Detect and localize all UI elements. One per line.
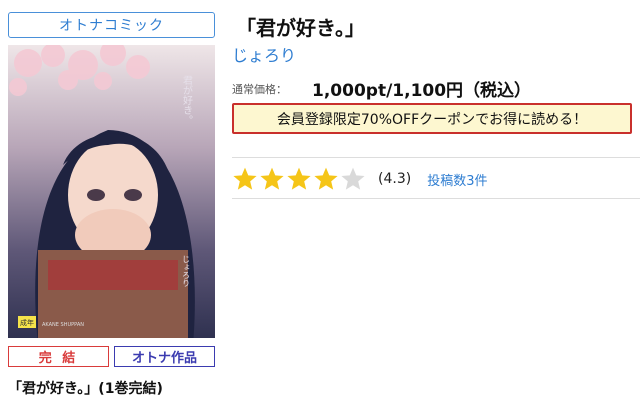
coupon-banner[interactable]: 会員登録限定70%OFFクーポンでお得に読める！ xyxy=(232,103,632,134)
rating-row: (4.3) 投稿数3件 xyxy=(232,166,487,192)
price-row: 通常価格： 1,000pt/1,100円（税込） xyxy=(232,76,531,101)
cover-fineprint: AKANE SHUPPAN xyxy=(42,322,84,328)
review-count-link[interactable]: 投稿数3件 xyxy=(427,170,487,189)
adult-badge: オトナ作品 xyxy=(114,346,215,367)
volume-title[interactable]: 「君が好き。」(1巻完結) xyxy=(8,378,163,398)
cover-title-text: 君が好き。 xyxy=(181,75,193,125)
star-filled-icon xyxy=(260,167,284,190)
cover-illustration: 君が好き。 じょろり 成年 AKANE SHUPPAN xyxy=(8,45,215,338)
rating-score: (4.3) xyxy=(378,171,412,187)
complete-badge: 完 結 xyxy=(8,346,109,367)
price-value: 1,000pt/1,100円（税込） xyxy=(312,81,532,101)
divider xyxy=(232,157,640,158)
category-tag[interactable]: オトナコミック xyxy=(8,12,215,38)
star-filled-icon xyxy=(233,167,257,190)
rating-stars xyxy=(232,166,366,192)
cover-image[interactable]: 君が好き。 じょろり 成年 AKANE SHUPPAN xyxy=(8,45,215,338)
price-label: 通常価格： xyxy=(232,82,287,96)
cover-author-text: じょろり xyxy=(182,255,191,287)
product-title: 「君が好き。」 xyxy=(236,16,365,40)
star-filled-icon xyxy=(314,167,338,190)
star-filled-icon xyxy=(287,167,311,190)
author-link[interactable]: じょろり xyxy=(232,42,296,66)
divider xyxy=(232,198,640,199)
star-empty-icon xyxy=(341,167,365,190)
cover-corner-tag: 成年 xyxy=(20,318,34,327)
